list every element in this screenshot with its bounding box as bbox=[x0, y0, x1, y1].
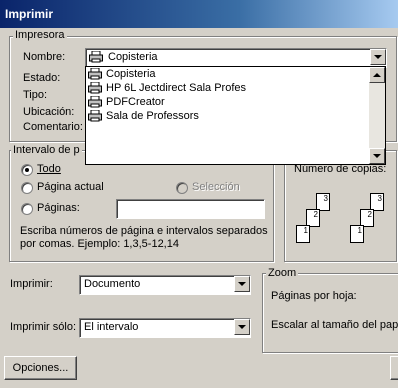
range-pages-label: Páginas: bbox=[37, 202, 80, 214]
scroll-down-button[interactable] bbox=[369, 148, 385, 164]
printer-comment-label: Comentario: bbox=[23, 121, 83, 133]
range-all-option[interactable]: Todo bbox=[21, 163, 101, 177]
zoom-legend: Zoom bbox=[266, 267, 299, 279]
page-icon-1: 1 bbox=[350, 225, 364, 243]
print-what-label: Imprimir: bbox=[10, 278, 53, 290]
print-only-value: El intervalo bbox=[84, 321, 139, 333]
chevron-down-icon bbox=[374, 55, 382, 59]
printer-group-legend: Impresora bbox=[13, 29, 67, 41]
scroll-up-button[interactable] bbox=[369, 67, 385, 83]
dropdown-scrollbar[interactable] bbox=[369, 67, 385, 164]
collate-icon-right: 3 2 1 bbox=[350, 193, 390, 245]
printer-icon bbox=[88, 82, 102, 94]
options-button[interactable]: Opciones... bbox=[4, 356, 77, 380]
printer-name-combo[interactable]: Copisteria bbox=[85, 48, 387, 68]
chevron-down-icon bbox=[238, 282, 246, 286]
chevron-down-icon bbox=[373, 154, 381, 158]
printer-name-label: Nombre: bbox=[23, 51, 66, 63]
printer-option-label: Copisteria bbox=[106, 68, 156, 80]
collate-icon-left: 3 2 1 bbox=[296, 193, 336, 245]
page-icon-1: 1 bbox=[296, 225, 310, 243]
range-all-label: Todo bbox=[37, 163, 61, 175]
chevron-down-icon bbox=[238, 325, 246, 329]
print-what-value: Documento bbox=[84, 278, 141, 290]
print-only-dropdown-button[interactable] bbox=[234, 319, 250, 335]
print-what-dropdown-button[interactable] bbox=[234, 276, 250, 292]
chevron-up-icon bbox=[373, 73, 381, 77]
printer-name-value: Copisteria bbox=[108, 51, 158, 63]
printer-option-label: PDFCreator bbox=[106, 96, 165, 108]
printer-option-sala-professors[interactable]: Sala de Professors bbox=[86, 109, 385, 123]
range-pages-option[interactable]: Páginas: bbox=[21, 202, 101, 216]
print-only-combo[interactable]: El intervalo bbox=[79, 318, 251, 338]
printer-icon bbox=[88, 96, 102, 108]
range-selection-option[interactable]: Selección bbox=[176, 181, 256, 195]
printer-icon bbox=[88, 110, 102, 122]
scale-to-paper-label: Escalar al tamaño del pape bbox=[271, 319, 398, 331]
printer-option-copisteria[interactable]: Copisteria bbox=[86, 67, 385, 81]
range-current-label: Página actual bbox=[37, 181, 104, 193]
radio-current-page[interactable] bbox=[21, 182, 33, 194]
range-help-line2: por comas. Ejemplo: 1,3,5-12,14 bbox=[20, 238, 179, 250]
printer-type-label: Tipo: bbox=[23, 89, 48, 101]
radio-all[interactable] bbox=[21, 164, 33, 176]
radio-pages[interactable] bbox=[21, 203, 33, 215]
page-range-legend: Intervalo de p bbox=[11, 144, 82, 156]
printer-option-hp6l[interactable]: HP 6L Jectdirect Sala Profes bbox=[86, 81, 385, 95]
window-title: Imprimir bbox=[0, 0, 398, 28]
printer-location-label: Ubicación: bbox=[23, 106, 75, 118]
printer-option-label: HP 6L Jectdirect Sala Profes bbox=[106, 82, 247, 94]
range-help-line1: Escriba números de página e intervalos s… bbox=[20, 225, 268, 237]
printer-icon bbox=[88, 68, 102, 80]
printer-icon bbox=[89, 50, 103, 63]
print-what-combo[interactable]: Documento bbox=[79, 275, 251, 295]
pages-per-sheet-label: Páginas por hoja: bbox=[271, 290, 357, 302]
printer-option-label: Sala de Professors bbox=[106, 110, 199, 122]
printer-option-pdfcreator[interactable]: PDFCreator bbox=[86, 95, 385, 109]
zoom-group bbox=[262, 273, 398, 353]
printer-name-dropdown-button[interactable] bbox=[370, 49, 386, 65]
range-selection-label: Selección bbox=[192, 181, 240, 193]
printer-status-label: Estado: bbox=[23, 72, 61, 84]
pages-input[interactable] bbox=[116, 199, 265, 219]
range-current-option[interactable]: Página actual bbox=[21, 181, 121, 195]
ok-button-partial[interactable] bbox=[390, 356, 398, 380]
printer-dropdown-list: Copisteria HP 6L Jectdirect Sala Profes … bbox=[85, 66, 386, 165]
print-only-label: Imprimir sólo: bbox=[10, 321, 77, 333]
radio-selection[interactable] bbox=[176, 182, 188, 194]
